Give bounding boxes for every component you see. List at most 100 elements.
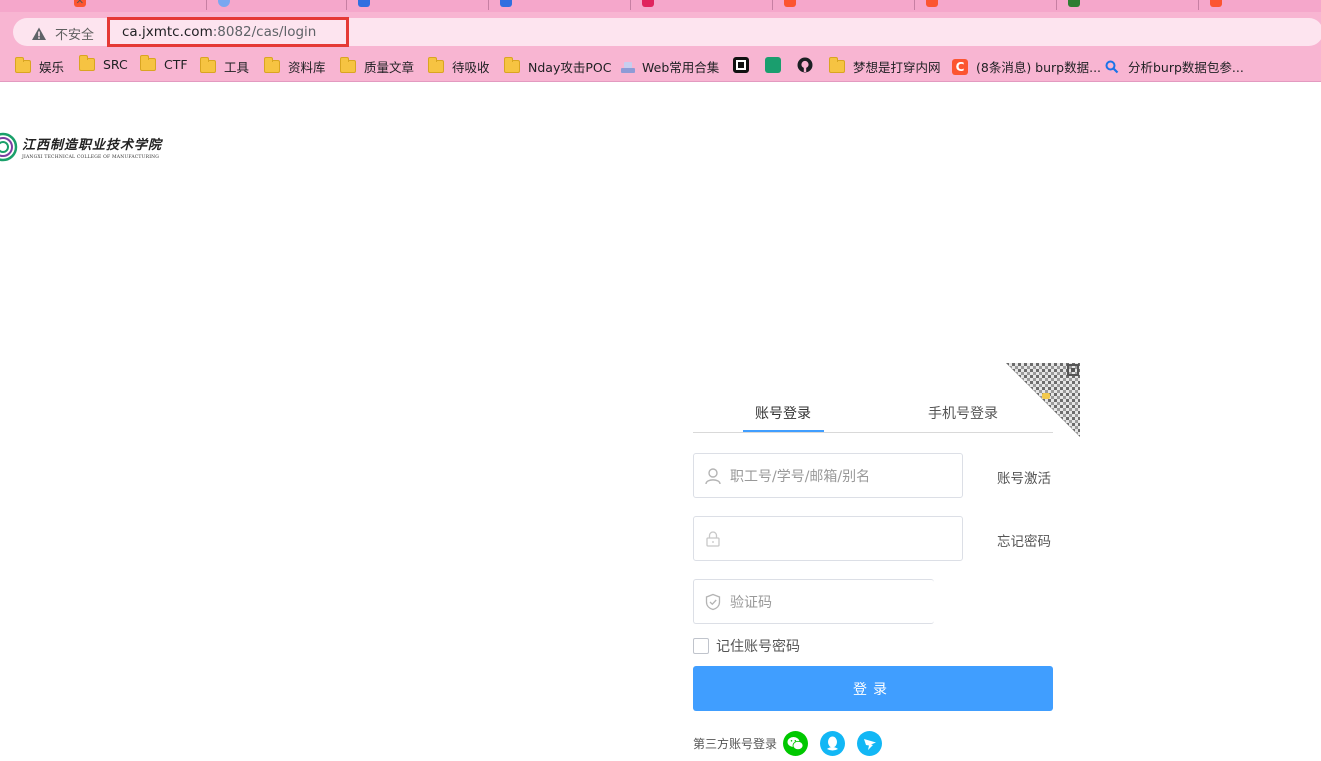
bookmark-folder[interactable]: 工具 bbox=[200, 57, 249, 76]
dingtalk-icon bbox=[863, 738, 876, 750]
qq-icon bbox=[827, 736, 839, 750]
dingtalk-login-button[interactable] bbox=[857, 731, 883, 756]
bookmark-folder[interactable]: Nday攻击POC bbox=[504, 57, 611, 76]
logo-name-en: JIANGXI TECHNICAL COLLEGE OF MANUFACTURI… bbox=[22, 155, 160, 160]
folder-icon bbox=[829, 57, 845, 73]
csdn-icon: C bbox=[952, 58, 968, 75]
browser-tab[interactable] bbox=[1202, 0, 1228, 10]
bookmark-folder[interactable]: 待吸收 bbox=[428, 57, 490, 76]
captcha-placeholder: 验证码 bbox=[730, 594, 772, 611]
username-field[interactable]: 职工号/学号/邮箱/别名 bbox=[693, 453, 963, 498]
third-party-login: 第三方账号登录 bbox=[693, 731, 883, 756]
bookmark-label: SRC bbox=[103, 57, 128, 72]
bookmark-link[interactable]: C (8条消息) burp数据... bbox=[952, 57, 1101, 76]
browser-tab[interactable] bbox=[210, 0, 236, 10]
url-text[interactable]: ca.jxmtc.com:8082/cas/login bbox=[107, 17, 349, 47]
logo-name-cn: 江西制造职业技术学院 bbox=[22, 138, 163, 153]
globe-icon bbox=[218, 0, 230, 7]
bookmark-link[interactable] bbox=[765, 57, 787, 73]
bookmark-folder[interactable]: 资料库 bbox=[264, 57, 326, 76]
site-icon bbox=[358, 0, 370, 7]
bookmark-folder[interactable]: 梦想是打穿内网 bbox=[829, 57, 941, 76]
login-button[interactable]: 登录 bbox=[693, 666, 1053, 711]
browser-tab[interactable] bbox=[350, 0, 376, 10]
bookmark-folder[interactable]: CTF bbox=[140, 55, 188, 72]
tab-account-login[interactable]: 账号登录 bbox=[755, 403, 811, 423]
remember-me[interactable]: 记住账号密码 bbox=[693, 636, 800, 656]
browser-tab[interactable] bbox=[492, 0, 518, 10]
security-indicator[interactable]: 不安全 bbox=[31, 24, 94, 43]
site-icon bbox=[733, 57, 749, 73]
bookmark-folder[interactable]: 娱乐 bbox=[15, 57, 64, 76]
third-party-label: 第三方账号登录 bbox=[693, 737, 778, 751]
bookmark-label: 工具 bbox=[224, 60, 250, 75]
password-field[interactable] bbox=[693, 516, 963, 561]
bookmark-label: 娱乐 bbox=[39, 60, 65, 75]
bookmarks-bar: 娱乐 SRC CTF 工具 资料库 质量文章 待吸收 Nday攻击POC Web… bbox=[0, 50, 1321, 82]
csdn-icon bbox=[784, 0, 796, 7]
bookmark-link[interactable]: Web常用合集 bbox=[620, 57, 719, 76]
user-icon bbox=[705, 467, 721, 484]
bookmark-label: (8条消息) burp数据... bbox=[976, 60, 1102, 75]
bookmark-label: 质量文章 bbox=[364, 60, 415, 75]
bookmark-link[interactable] bbox=[733, 57, 755, 73]
browser-tab[interactable] bbox=[776, 0, 802, 10]
college-emblem-icon bbox=[0, 132, 18, 162]
web-icon bbox=[621, 61, 635, 73]
bookmark-label: Nday攻击POC bbox=[528, 60, 612, 75]
forgot-password-link[interactable]: 忘记密码 bbox=[997, 530, 1051, 550]
wechat-icon bbox=[787, 737, 804, 751]
bookmark-label: CTF bbox=[164, 57, 188, 72]
wechat-login-button[interactable] bbox=[783, 731, 809, 756]
qq-login-button[interactable] bbox=[820, 731, 846, 756]
account-activate-link[interactable]: 账号激活 bbox=[997, 467, 1051, 487]
bookmark-label: 资料库 bbox=[288, 60, 326, 75]
folder-icon bbox=[15, 57, 31, 73]
browser-tab[interactable] bbox=[918, 0, 944, 10]
site-icon bbox=[765, 57, 781, 73]
warning-icon bbox=[32, 27, 46, 40]
college-logo: 江西制造职业技术学院 JIANGXI TECHNICAL COLLEGE OF … bbox=[0, 132, 162, 162]
github-icon bbox=[797, 57, 813, 73]
folder-icon bbox=[264, 57, 280, 73]
folder-icon bbox=[504, 57, 520, 73]
csdn-icon bbox=[926, 0, 938, 7]
close-tab-icon[interactable]: ✕ bbox=[76, 0, 84, 7]
site-icon bbox=[500, 0, 512, 7]
url-host: ca.jxmtc.com bbox=[122, 24, 213, 40]
csdn-icon bbox=[1210, 0, 1222, 7]
browser-tab[interactable] bbox=[634, 0, 660, 10]
security-label: 不安全 bbox=[55, 28, 95, 43]
bookmark-label: Web常用合集 bbox=[642, 60, 720, 75]
bookmark-folder[interactable]: SRC bbox=[79, 55, 128, 72]
search-icon bbox=[1105, 60, 1119, 73]
bookmark-label: 分析burp数据包参... bbox=[1128, 60, 1244, 75]
login-tabs: 账号登录 手机号登录 bbox=[693, 395, 1053, 433]
folder-icon bbox=[140, 55, 156, 71]
bookmark-link[interactable]: 分析burp数据包参... bbox=[1104, 57, 1244, 76]
tab-phone-login[interactable]: 手机号登录 bbox=[928, 403, 998, 423]
bookmark-label: 梦想是打穿内网 bbox=[853, 60, 941, 75]
site-icon bbox=[642, 0, 654, 7]
address-bar[interactable]: 不安全 ca.jxmtc.com:8082/cas/login bbox=[13, 17, 1321, 47]
browser-tab-strip: ✕ bbox=[0, 0, 1321, 12]
username-placeholder: 职工号/学号/邮箱/别名 bbox=[730, 468, 871, 485]
site-icon bbox=[1068, 0, 1080, 7]
shield-check-icon bbox=[705, 593, 721, 610]
captcha-field[interactable]: 验证码 bbox=[693, 579, 934, 624]
bookmark-folder[interactable]: 质量文章 bbox=[340, 57, 414, 76]
browser-toolbar: 不安全 ca.jxmtc.com:8082/cas/login bbox=[0, 12, 1321, 50]
folder-icon bbox=[428, 57, 444, 73]
url-path: :8082/cas/login bbox=[212, 24, 317, 40]
remember-label: 记住账号密码 bbox=[716, 639, 800, 655]
lock-icon bbox=[706, 530, 720, 547]
browser-tab[interactable] bbox=[1060, 0, 1086, 10]
folder-icon bbox=[79, 55, 95, 71]
bookmark-label: 待吸收 bbox=[452, 60, 490, 75]
folder-icon bbox=[340, 57, 356, 73]
remember-checkbox[interactable] bbox=[693, 638, 709, 654]
browser-tab[interactable]: ✕ bbox=[66, 0, 92, 10]
active-tab-indicator bbox=[743, 430, 824, 432]
bookmark-link[interactable] bbox=[797, 57, 819, 73]
folder-icon bbox=[200, 57, 216, 73]
